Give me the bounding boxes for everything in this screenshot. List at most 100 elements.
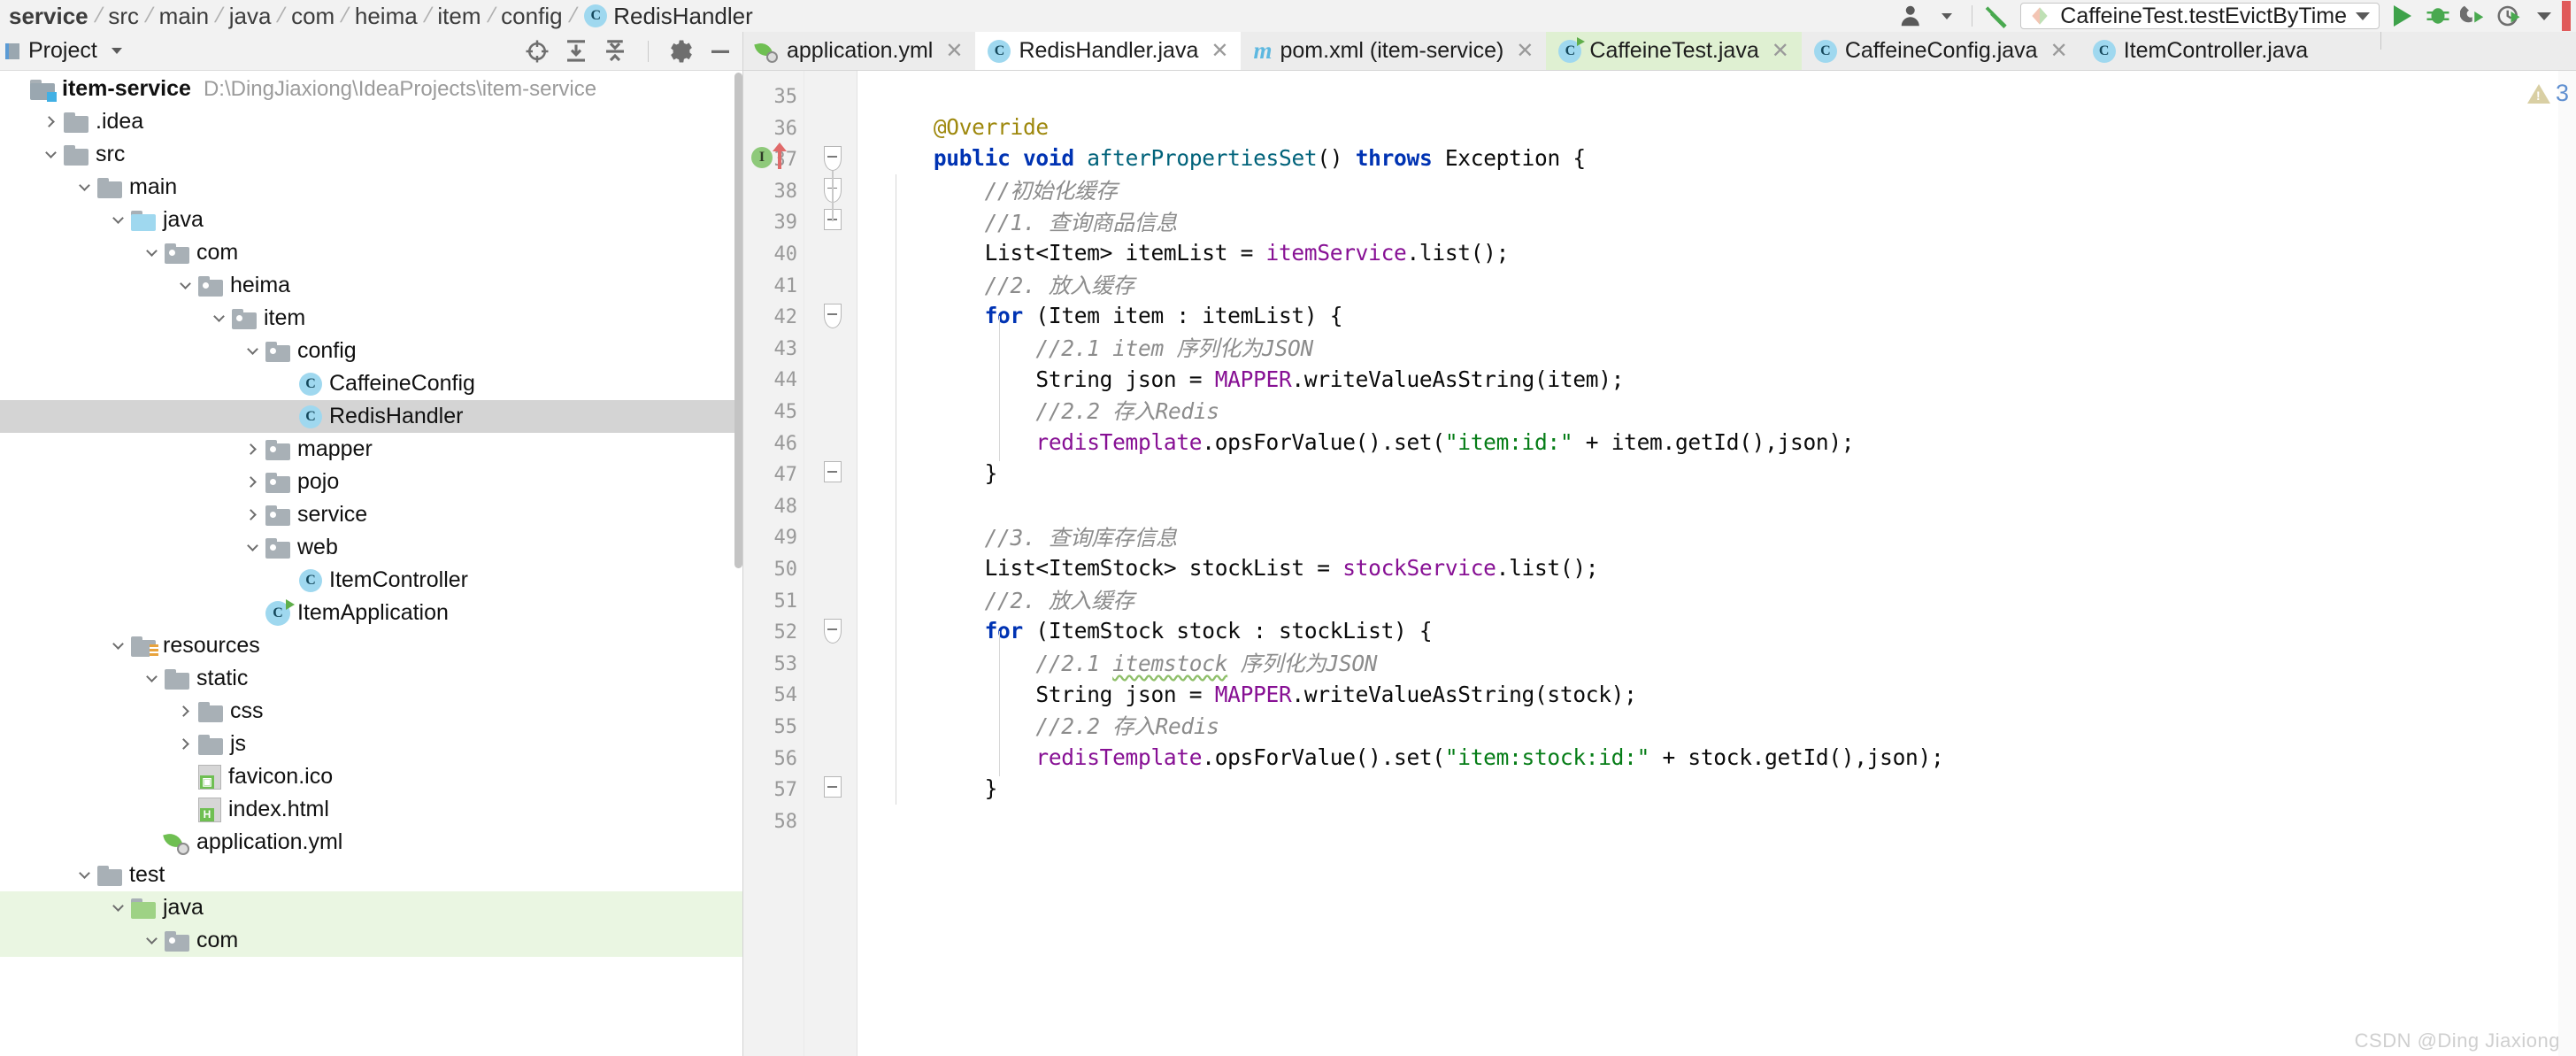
tree-node-heima[interactable]: heima	[0, 269, 742, 302]
code-line[interactable]: String json = MAPPER.writeValueAsString(…	[857, 363, 1624, 395]
editor-inspection-strip[interactable]	[2558, 71, 2576, 1056]
project-tree[interactable]: item-service D:\DingJiaxiong\IdeaProjects…	[0, 71, 742, 1056]
code-line[interactable]: //2.2 存入Redis	[857, 395, 1219, 427]
code-line[interactable]: //1. 查询商品信息	[857, 205, 1178, 237]
editor-tab-pom-xml-item-service[interactable]: m pom.xml (item-service) ✕	[1241, 32, 1546, 70]
tree-node-static[interactable]: static	[0, 662, 742, 695]
editor-tab-redishandler-java[interactable]: C RedisHandler.java ✕	[975, 32, 1242, 70]
settings-gear-icon[interactable]	[668, 38, 695, 65]
chevron-down-icon[interactable]	[73, 176, 96, 199]
locate-file-icon[interactable]	[524, 38, 550, 65]
editor-tab-itemcontroller-java[interactable]: C ItemController.java	[2080, 32, 2320, 70]
breadcrumb-item-config[interactable]: config	[496, 3, 567, 30]
run-configuration-chevron-down-icon[interactable]	[2356, 12, 2370, 20]
chevron-right-icon[interactable]	[241, 504, 264, 527]
tree-node-java[interactable]: java	[0, 204, 742, 236]
code-fold-end-icon[interactable]	[824, 776, 842, 798]
chevron-right-icon[interactable]	[173, 733, 196, 756]
expand-all-icon[interactable]	[563, 38, 589, 65]
hammer-build-icon[interactable]	[1980, 1, 2015, 31]
code-line[interactable]: for (Item item : itemList) {	[857, 300, 1343, 332]
tree-node-js[interactable]: js	[0, 728, 742, 760]
code-line[interactable]: //3. 查询库存信息	[857, 520, 1178, 552]
hide-panel-icon[interactable]	[707, 38, 734, 65]
chevron-right-icon[interactable]	[39, 111, 62, 134]
tree-node-test[interactable]: test	[0, 859, 742, 891]
chevron-down-icon[interactable]	[106, 897, 129, 920]
tree-node-pojo[interactable]: pojo	[0, 466, 742, 498]
code-line[interactable]	[857, 80, 882, 112]
tree-node-item-service[interactable]: item-service D:\DingJiaxiong\IdeaProjects…	[0, 73, 742, 105]
code-line[interactable]: //2.1 item 序列化为JSON	[857, 332, 1313, 364]
tree-node-item[interactable]: item	[0, 302, 742, 335]
run-with-coverage-icon[interactable]	[2456, 1, 2491, 31]
close-tab-icon[interactable]: ✕	[1211, 38, 1228, 64]
code-line[interactable]: }	[857, 458, 998, 489]
chevron-down-icon[interactable]	[106, 209, 129, 232]
tree-node-itemcontroller[interactable]: C ItemController	[0, 564, 742, 597]
code-line[interactable]: //2. 放入缓存	[857, 269, 1134, 301]
tree-node-application-yml[interactable]: application.yml	[0, 826, 742, 859]
code-line[interactable]: @Override	[857, 112, 1049, 143]
user-avatar-icon[interactable]	[1894, 1, 1929, 31]
code-line[interactable]: List<Item> itemList = itemService.list()…	[857, 237, 1510, 269]
chevron-down-icon[interactable]	[140, 667, 163, 690]
code-line[interactable]: redisTemplate.opsForValue().set("item:st…	[857, 742, 1943, 774]
tree-node-redishandler[interactable]: C RedisHandler	[0, 400, 742, 433]
code-line[interactable]: String json = MAPPER.writeValueAsString(…	[857, 678, 1637, 710]
tree-node-com[interactable]: com	[0, 236, 742, 269]
tree-node-web[interactable]: web	[0, 531, 742, 564]
code-line[interactable]: List<ItemStock> stockList = stockService…	[857, 552, 1599, 584]
editor-code-folding-gutter[interactable]	[804, 71, 857, 1056]
project-tree-scrollbar[interactable]	[734, 73, 742, 568]
run-configuration-selector[interactable]: CaffeineTest.testEvictByTime	[2020, 3, 2380, 29]
tree-node-resources[interactable]: resources	[0, 629, 742, 662]
breadcrumb-item-java[interactable]: java	[224, 3, 277, 30]
chevron-down-icon[interactable]	[140, 929, 163, 952]
user-chevron-down-icon[interactable]	[1929, 1, 1965, 31]
code-fold-icon[interactable]	[824, 304, 842, 329]
run-play-icon[interactable]	[2385, 1, 2420, 31]
chevron-down-icon[interactable]	[241, 536, 264, 559]
chevron-down-icon[interactable]	[106, 635, 129, 658]
code-line[interactable]: public void afterPropertiesSet() throws …	[857, 143, 1586, 174]
tree-node-itemapplication[interactable]: C ItemApplication	[0, 597, 742, 629]
code-fold-end-icon[interactable]	[824, 461, 842, 483]
chevron-down-icon[interactable]	[241, 340, 264, 363]
breadcrumb-item-main[interactable]: main	[154, 3, 214, 30]
implements-method-gutter-icon[interactable]: I	[751, 147, 773, 169]
code-line[interactable]: redisTemplate.opsForValue().set("item:id…	[857, 427, 1854, 459]
breadcrumb-item-heima[interactable]: heima	[350, 3, 423, 30]
tree-node-favicon-ico[interactable]: ▣ favicon.ico	[0, 760, 742, 793]
chevron-down-icon[interactable]	[39, 143, 62, 166]
project-view-chevron-down-icon[interactable]	[111, 48, 122, 54]
code-line[interactable]	[857, 489, 882, 521]
chevron-right-icon[interactable]	[173, 700, 196, 723]
tree-node-main[interactable]: main	[0, 171, 742, 204]
tree-node-java[interactable]: java	[0, 891, 742, 924]
tree-node-index-html[interactable]: Hindex.html	[0, 793, 742, 826]
tree-node-src[interactable]: src	[0, 138, 742, 171]
tree-node-service[interactable]: service	[0, 498, 742, 531]
more-run-options-chevron-down-icon[interactable]	[2526, 1, 2562, 31]
breadcrumb-item-com[interactable]: com	[286, 3, 340, 30]
breadcrumb-item-item[interactable]: item	[432, 3, 486, 30]
chevron-right-icon[interactable]	[241, 471, 264, 494]
stop-indicator[interactable]	[2562, 1, 2571, 31]
chevron-down-icon[interactable]	[173, 274, 196, 297]
editor-tab-caffeineconfig-java[interactable]: C CaffeineConfig.java ✕	[1802, 32, 2080, 70]
editor-tab-caffeinetest-java[interactable]: C CaffeineTest.java ✕	[1546, 32, 1802, 70]
code-line[interactable]: for (ItemStock stock : stockList) {	[857, 615, 1433, 647]
code-editor[interactable]: 35 36 37 I 38 39 40 41 42 43 44 45 46 47 48 49 50 51 52 53 5…	[744, 71, 2576, 1056]
breadcrumb-item-service[interactable]: service	[4, 3, 94, 30]
collapse-all-icon[interactable]	[602, 38, 628, 65]
code-line[interactable]: //2.1 itemstock 序列化为JSON	[857, 647, 1377, 679]
chevron-right-icon[interactable]	[241, 438, 264, 461]
code-line[interactable]: }	[857, 773, 998, 805]
tree-node-caffeineconfig[interactable]: C CaffeineConfig	[0, 367, 742, 400]
close-tab-icon[interactable]: ✕	[2050, 38, 2068, 64]
tree-node--idea[interactable]: .idea	[0, 105, 742, 138]
chevron-down-icon[interactable]	[73, 864, 96, 887]
profiler-icon[interactable]	[2491, 1, 2526, 31]
debug-bug-icon[interactable]	[2420, 1, 2456, 31]
